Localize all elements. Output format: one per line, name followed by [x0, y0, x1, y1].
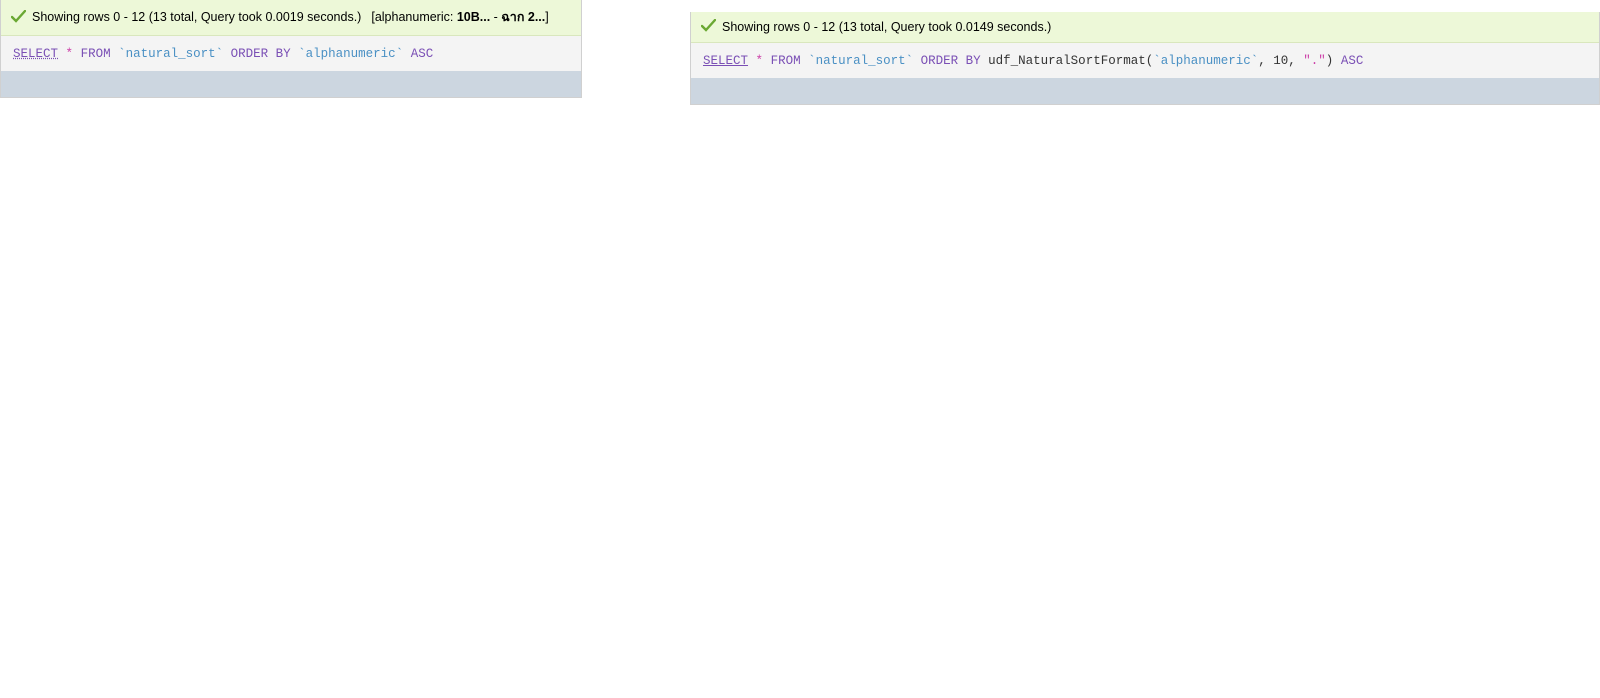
left-result-panel: Showing rows 0 - 12 (13 total, Query too…	[0, 0, 582, 98]
sql-direction-keyword: ASC	[410, 47, 434, 61]
right-result-box: Showing rows 0 - 12 (13 total, Query too…	[690, 12, 1600, 105]
check-icon	[700, 18, 717, 34]
sql-direction-keyword: ASC	[1340, 54, 1364, 68]
sql-star: *	[65, 47, 74, 61]
left-range-to: ฉาก 2...	[501, 10, 546, 24]
sql-select-keyword: SELECT	[703, 54, 749, 68]
sql-order-column: `alphanumeric`	[298, 47, 404, 61]
sql-from-keyword: FROM	[80, 47, 111, 61]
left-range-from: 10B...	[456, 10, 491, 24]
right-sql-footer-bar	[691, 78, 1599, 104]
sql-arg-number: 10	[1273, 54, 1289, 68]
left-sql-query[interactable]: SELECT * FROM `natural_sort` ORDER BY `a…	[1, 36, 581, 71]
right-sql-query[interactable]: SELECT * FROM `natural_sort` ORDER BY ud…	[691, 43, 1599, 78]
left-result-box: Showing rows 0 - 12 (13 total, Query too…	[0, 0, 582, 98]
sql-star: *	[755, 54, 764, 68]
sql-select-keyword: SELECT	[13, 47, 59, 61]
sql-orderby-keyword: ORDER BY	[920, 54, 981, 68]
sql-arg-sep-2: ,	[1288, 54, 1304, 68]
check-icon	[10, 9, 27, 25]
screenshot-root: Showing rows 0 - 12 (13 total, Query too…	[0, 0, 1600, 698]
left-status-text: Showing rows 0 - 12 (13 total, Query too…	[32, 10, 362, 24]
sql-function-name: udf_NaturalSortFormat(	[988, 54, 1154, 68]
left-sql-footer-bar	[1, 71, 581, 97]
sql-from-keyword: FROM	[770, 54, 801, 68]
sql-table-name: `natural_sort`	[118, 47, 224, 61]
right-status-text: Showing rows 0 - 12 (13 total, Query too…	[722, 19, 1052, 34]
left-status-message: Showing rows 0 - 12 (13 total, Query too…	[1, 0, 581, 36]
right-result-panel: Showing rows 0 - 12 (13 total, Query too…	[690, 0, 1600, 105]
sql-table-name: `natural_sort`	[808, 54, 914, 68]
sql-orderby-keyword: ORDER BY	[230, 47, 291, 61]
sql-close-paren: )	[1325, 54, 1334, 68]
sql-arg-string: "."	[1303, 54, 1326, 68]
left-status-range: [alphanumeric: 10B... - ฉาก 2...]	[371, 10, 549, 24]
sql-arg-sep-1: ,	[1258, 54, 1274, 68]
sql-function-column: `alphanumeric`	[1153, 54, 1259, 68]
right-status-message: Showing rows 0 - 12 (13 total, Query too…	[691, 12, 1599, 43]
